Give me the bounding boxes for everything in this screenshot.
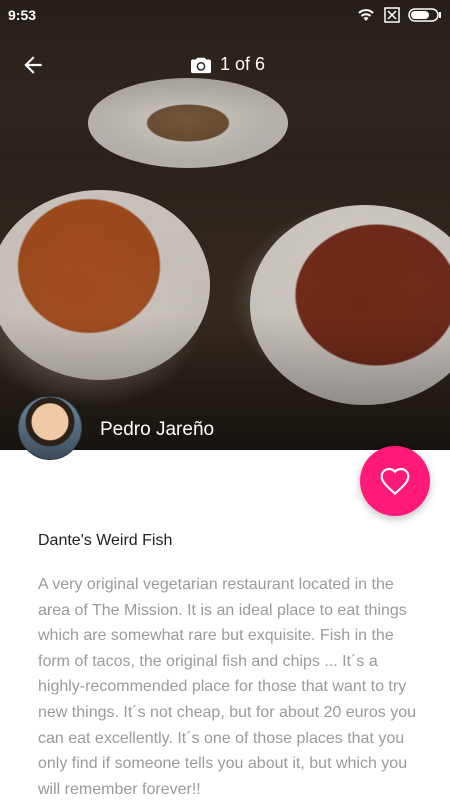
sim-off-icon	[384, 7, 400, 23]
photo-counter-text: 1 of 6	[220, 54, 266, 74]
avatar[interactable]	[18, 396, 82, 460]
arrow-left-icon	[24, 56, 42, 74]
photo-counter: 1 of 6	[190, 54, 265, 75]
heart-outline-icon	[380, 467, 410, 496]
author[interactable]: Pedro Jareño	[18, 396, 214, 460]
battery-icon	[408, 8, 441, 22]
back-button[interactable]	[20, 52, 50, 80]
place-title: Dante's Weird Fish	[38, 532, 173, 549]
status-time: 9:53	[8, 7, 37, 23]
camera-icon	[191, 57, 211, 73]
status-icons	[356, 7, 442, 23]
status-bar: 9:53	[0, 0, 450, 32]
top-bar: 1 of 6	[0, 40, 450, 90]
author-name[interactable]: Pedro Jareño	[100, 419, 214, 441]
place-description: A very original vegetarian restaurant lo…	[38, 576, 417, 798]
wifi-icon	[358, 9, 374, 21]
favorite-button[interactable]	[360, 446, 430, 516]
